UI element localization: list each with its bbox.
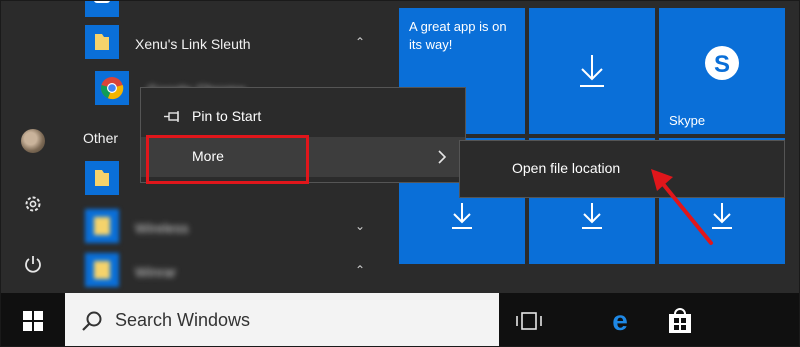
download-icon — [452, 203, 472, 230]
menu-item-open-file-location[interactable]: Open file location — [460, 149, 784, 189]
menu-item-label: Pin to Start — [192, 108, 262, 124]
folder-icon — [94, 261, 110, 279]
annotation-arrow-icon — [651, 169, 713, 245]
skype-icon: S — [705, 46, 739, 81]
tile-notice-text: A great app is on its way! — [409, 19, 507, 52]
chrome-icon — [101, 77, 124, 100]
start-button[interactable] — [1, 293, 65, 346]
download-icon — [582, 203, 602, 230]
svg-text:S: S — [714, 51, 730, 78]
chevron-up-icon[interactable]: ⌃ — [355, 263, 365, 277]
pin-icon — [164, 111, 179, 122]
folder-icon — [95, 170, 109, 186]
task-view-button[interactable] — [514, 306, 544, 336]
app-item-label: Winrar — [135, 264, 177, 280]
chrome-tile — [95, 71, 129, 105]
app-icon-partial — [85, 1, 119, 17]
submenu: Open file location — [459, 140, 785, 198]
edge-icon: e — [612, 307, 628, 335]
user-avatar-button[interactable] — [15, 123, 51, 159]
search-icon — [82, 311, 102, 331]
download-icon — [580, 55, 604, 87]
start-menu-screenshot: Xenu's Link Sleuth ⌃ Google Chrome Other — [0, 0, 800, 347]
store-icon — [669, 308, 691, 333]
task-view-icon — [516, 312, 542, 330]
power-icon — [25, 256, 41, 273]
folder-tile — [85, 209, 119, 243]
tile-skype[interactable]: S Skype — [659, 8, 785, 134]
group-header: Other — [83, 130, 119, 146]
gear-icon — [25, 196, 41, 212]
chevron-up-icon[interactable]: ⌃ — [355, 35, 365, 49]
settings-button[interactable] — [15, 186, 51, 222]
app-item-label: Xenu's Link Sleuth — [135, 36, 251, 52]
folder-icon — [95, 34, 109, 50]
store-button[interactable] — [665, 306, 695, 336]
chevron-down-icon[interactable]: ⌄ — [355, 219, 365, 233]
annotation-highlight-box — [146, 135, 309, 184]
svg-text:e: e — [612, 307, 628, 335]
menu-item-pin-to-start[interactable]: Pin to Start — [141, 97, 465, 137]
avatar — [21, 129, 45, 153]
tile-label: Skype — [669, 113, 706, 128]
tile-download-1[interactable] — [529, 8, 655, 134]
windows-logo-icon — [23, 311, 43, 331]
app-item-folder[interactable] — [85, 161, 119, 195]
power-button[interactable] — [15, 246, 51, 282]
start-rail — [1, 1, 65, 293]
app-item-label: Wireless — [135, 220, 189, 236]
search-placeholder: Search Windows — [115, 310, 251, 330]
search-box[interactable]: Search Windows — [65, 293, 499, 346]
folder-tile — [85, 25, 119, 59]
chevron-right-icon — [438, 150, 447, 164]
menu-item-label: Open file location — [512, 160, 621, 176]
taskbar: Search Windows e — [1, 293, 799, 346]
folder-icon — [94, 217, 110, 235]
folder-tile — [85, 253, 119, 287]
edge-button[interactable]: e — [605, 306, 635, 336]
